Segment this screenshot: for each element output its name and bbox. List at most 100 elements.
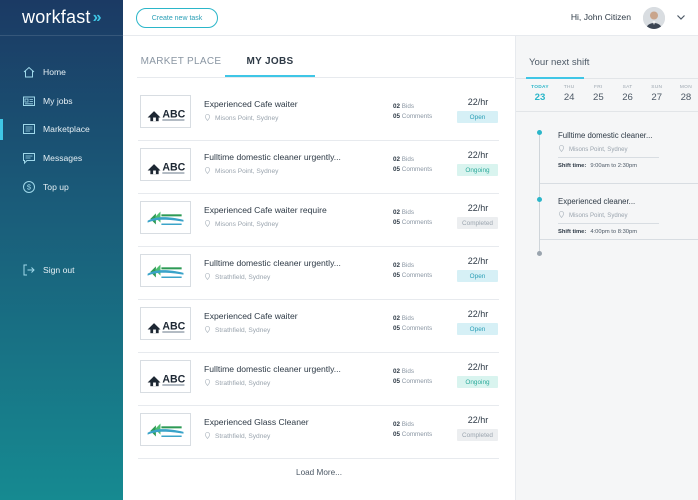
location-pin-icon bbox=[204, 273, 215, 282]
tab-market-place[interactable]: MARKET PLACE bbox=[137, 50, 225, 77]
sidebar-item-messages[interactable]: Messages bbox=[0, 144, 123, 173]
job-rate: 22/hr bbox=[467, 256, 489, 266]
marketplace-icon bbox=[22, 122, 36, 136]
shift-location: Misons Point, Sydney bbox=[558, 145, 676, 154]
job-rate: 22/hr bbox=[467, 97, 489, 107]
job-list: ABC Experienced Cafe waiter Misons Point, … bbox=[138, 88, 499, 459]
next-shift-panel: Your next shift TODAY 23 THU 24 FRI 25 SAT 26 SU… bbox=[515, 36, 698, 500]
sidebar-item-sign-out[interactable]: Sign out bbox=[0, 256, 123, 285]
bids-count: 02 bbox=[393, 103, 401, 110]
job-bids: 02 Bids bbox=[393, 156, 414, 163]
job-row[interactable]: ABC Fulltime domestic cleaner urgently...… bbox=[138, 353, 499, 406]
shift-location-text: Misons Point, Sydney bbox=[569, 146, 628, 153]
shift-time-value: 4:00pm to 8:30pm bbox=[590, 229, 638, 235]
bids-count: 02 bbox=[393, 209, 401, 216]
shift-card[interactable]: Fulltime domestic cleaner... Misons Point… bbox=[558, 131, 676, 169]
day-item[interactable]: TODAY 23 bbox=[530, 85, 550, 103]
timeline-dot bbox=[537, 197, 542, 202]
chevron-down-icon[interactable] bbox=[674, 10, 688, 24]
shift-card[interactable]: Experienced cleaner... Misons Point, Sydn… bbox=[558, 197, 676, 235]
job-title[interactable]: Experienced Cafe waiter bbox=[204, 99, 298, 109]
job-row[interactable]: Fulltime domestic cleaner urgently... Str… bbox=[138, 247, 499, 300]
job-title[interactable]: Fulltime domestic cleaner urgently... bbox=[204, 364, 341, 374]
divider bbox=[558, 157, 659, 158]
job-location-text: Strathfield, Sydney bbox=[215, 274, 271, 281]
job-bids: 02 Bids bbox=[393, 262, 414, 269]
comments-label: Comments bbox=[401, 166, 433, 173]
shift-time: Shift time: 4:00pm to 8:30pm bbox=[558, 229, 676, 235]
bids-label: Bids bbox=[401, 262, 415, 269]
bids-label: Bids bbox=[401, 315, 415, 322]
top-bar: Create new task Hi, John Citizen bbox=[123, 0, 698, 36]
bids-label: Bids bbox=[401, 103, 415, 110]
company-logo: ABC bbox=[140, 148, 191, 181]
sidebar-item-home[interactable]: Home bbox=[0, 58, 123, 87]
location-pin-icon bbox=[204, 167, 215, 176]
day-item[interactable]: MON 28 bbox=[676, 85, 696, 103]
job-location: Strathfield, Sydney bbox=[204, 326, 270, 335]
job-title[interactable]: Fulltime domestic cleaner urgently... bbox=[204, 258, 341, 268]
tab-my-jobs[interactable]: MY JOBS bbox=[225, 50, 315, 77]
job-location-text: Misons Point, Sydney bbox=[215, 168, 279, 175]
job-comments: 05 Comments bbox=[393, 378, 432, 385]
day-item[interactable]: THU 24 bbox=[559, 85, 579, 103]
job-bids: 02 Bids bbox=[393, 421, 414, 428]
sidebar-item-top-up[interactable]: $ Top up bbox=[0, 172, 123, 201]
divider bbox=[540, 239, 698, 240]
sign-out-icon bbox=[22, 263, 36, 277]
comments-count: 05 bbox=[393, 113, 401, 120]
location-pin-icon bbox=[204, 326, 215, 335]
brand-logo[interactable]: workfast » bbox=[0, 0, 123, 36]
timeline-dot bbox=[537, 130, 542, 135]
comments-count: 05 bbox=[393, 219, 401, 226]
job-location: Strathfield, Sydney bbox=[204, 273, 270, 282]
shift-title: Experienced cleaner... bbox=[558, 197, 636, 206]
job-title[interactable]: Experienced Cafe waiter require bbox=[204, 205, 327, 215]
sidebar-nav: Home My jobs Marketplace Messages $ Top … bbox=[0, 58, 123, 201]
status-badge: Open bbox=[457, 111, 498, 123]
job-comments: 05 Comments bbox=[393, 272, 432, 279]
job-title[interactable]: Fulltime domestic cleaner urgently... bbox=[204, 152, 341, 162]
sidebar-item-marketplace[interactable]: Marketplace bbox=[0, 115, 123, 144]
comments-count: 05 bbox=[393, 325, 401, 332]
job-location-text: Misons Point, Sydney bbox=[215, 115, 279, 122]
day-item[interactable]: SAT 26 bbox=[618, 85, 638, 103]
avatar[interactable] bbox=[643, 7, 665, 29]
job-title[interactable]: Experienced Glass Cleaner bbox=[204, 417, 309, 427]
job-row[interactable]: ABC Experienced Cafe waiter Strathfield, S… bbox=[138, 300, 499, 353]
job-title[interactable]: Experienced Cafe waiter bbox=[204, 311, 298, 321]
day-item[interactable]: FRI 25 bbox=[588, 85, 608, 103]
day-name: SAT bbox=[622, 85, 633, 90]
day-number: 23 bbox=[534, 92, 546, 103]
job-row[interactable]: Experienced Glass Cleaner Strathfield, Sy… bbox=[138, 406, 499, 459]
job-location-text: Misons Point, Sydney bbox=[215, 221, 279, 228]
comments-label: Comments bbox=[401, 378, 433, 385]
comments-label: Comments bbox=[401, 272, 433, 279]
load-more-link[interactable]: Load More... bbox=[123, 468, 515, 477]
sidebar-item-label: My jobs bbox=[43, 95, 73, 106]
shift-location-text: Misons Point, Sydney bbox=[569, 212, 628, 219]
create-new-task-button[interactable]: Create new task bbox=[136, 8, 218, 28]
company-logo: ABC bbox=[140, 307, 191, 340]
sidebar-item-label: Sign out bbox=[43, 265, 75, 276]
job-row[interactable]: ABC Experienced Cafe waiter Misons Point, … bbox=[138, 88, 499, 141]
job-rate: 22/hr bbox=[467, 362, 489, 372]
shift-location: Misons Point, Sydney bbox=[558, 211, 676, 220]
job-location: Strathfield, Sydney bbox=[204, 432, 270, 441]
status-badge: Completed bbox=[457, 217, 498, 229]
job-row[interactable]: ABC Fulltime domestic cleaner urgently...… bbox=[138, 141, 499, 194]
day-name: FRI bbox=[594, 85, 603, 90]
job-location: Strathfield, Sydney bbox=[204, 379, 270, 388]
comments-count: 05 bbox=[393, 166, 401, 173]
bids-count: 02 bbox=[393, 368, 401, 375]
next-shift-title: Your next shift bbox=[529, 57, 590, 68]
day-number: 24 bbox=[563, 92, 575, 103]
comments-count: 05 bbox=[393, 431, 401, 438]
company-logo: ABC bbox=[140, 360, 191, 393]
shift-title: Fulltime domestic cleaner... bbox=[558, 131, 653, 140]
sidebar-item-my-jobs[interactable]: My jobs bbox=[0, 87, 123, 116]
timeline-end-dot bbox=[537, 251, 542, 256]
job-row[interactable]: Experienced Cafe waiter require Misons Po… bbox=[138, 194, 499, 247]
day-item[interactable]: SUN 27 bbox=[647, 85, 667, 103]
location-pin-icon bbox=[204, 379, 215, 388]
